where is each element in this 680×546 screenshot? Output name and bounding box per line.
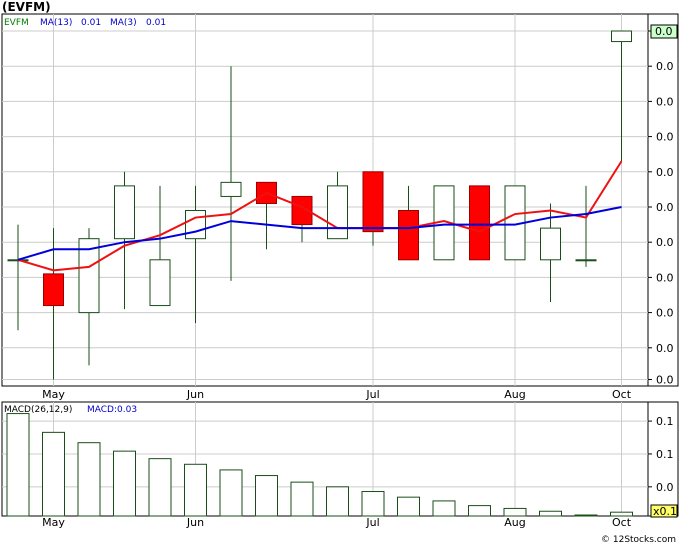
macd-bar [148,458,172,517]
macd-bar [610,511,633,517]
price-plot-frame [1,13,649,387]
candle-body [469,185,490,261]
price-tick-label: 0.0 [656,373,674,386]
x-tick-label: Jul [365,516,379,529]
macd-panel: 0.10.10.0May Jun Jul Aug OctMACD(26,12,9) MAC… [1,401,679,529]
macd-bar [113,450,136,517]
x-tick-label: Oct [612,388,632,401]
price-tick-label: 0.0 [656,342,674,355]
legend-entry: 0.01 [81,18,101,28]
macd-bar [397,496,420,517]
legend-entry: EVFM [4,18,29,28]
x-tick-label: Jun [186,516,204,529]
macd-bar [326,486,349,517]
candle-body [185,210,206,240]
candle-body [327,185,348,240]
macd-bar [503,507,527,517]
stock-chart: 0.0 0.0 0.0 0.0 0.0 0.0 0.0 0.0 0.0 0.0 0.0 May Jun J… [1,13,679,529]
macd-bar [432,500,456,517]
x-tick-label: Aug [504,516,525,529]
candle-body [540,227,561,261]
legend-entry: 0.01 [146,18,166,28]
price-tick-label: 0.0 [656,271,674,284]
price-tick-label: 0.0 [656,131,674,144]
price-tick-label: 0.0 [656,201,674,214]
x-tick-label: Jun [186,388,204,401]
macd-bar [574,514,598,517]
macd-bar [42,431,65,517]
macd-tick-label: 0.1 [656,448,674,461]
candle-body [398,210,419,261]
price-tick-label: 0.0 [656,307,674,320]
candle-body [611,30,632,43]
legend-entry: MA(13) [40,18,72,28]
x-tick-label: Aug [504,388,525,401]
candle-body [362,171,384,233]
price-tick-label: 0.0 [656,60,674,73]
legend-entry: MA(3) [110,18,137,28]
candle-body [575,259,597,262]
macd-bar [77,442,101,517]
candle-body [43,273,64,307]
macd-bar [290,481,314,517]
candle-body [149,259,171,307]
price-tick-label: 0.0 [656,95,674,108]
candle-body [220,181,242,197]
macd-legend-value: MACD:0.03 [87,405,137,415]
price-tick-label: 0.0 [656,166,674,179]
macd-scale-label: x0.1 [653,505,677,518]
x-tick-label: Jul [365,388,379,401]
macd-bar [539,510,562,517]
copyright-text: © 12Stocks.com [601,535,676,545]
x-tick-label: May [42,516,65,529]
last-value-label: 0.0 [655,25,673,38]
macd-bar [184,463,207,517]
price-tick-label: 0.0 [656,236,674,249]
macd-bar [468,505,491,517]
x-tick-label: May [42,388,65,401]
macd-tick-label: 0.1 [656,415,674,428]
candle-body [114,185,135,240]
macd-bar [255,475,278,517]
price-panel: 0.0 0.0 0.0 0.0 0.0 0.0 0.0 0.0 0.0 0.0 0.0 May Jun J… [1,13,679,401]
macd-bar [219,469,243,517]
macd-bar [6,413,30,517]
x-tick-label: Oct [612,516,632,529]
macd-tick-label: 0.0 [656,481,674,494]
macd-bar [361,491,385,517]
